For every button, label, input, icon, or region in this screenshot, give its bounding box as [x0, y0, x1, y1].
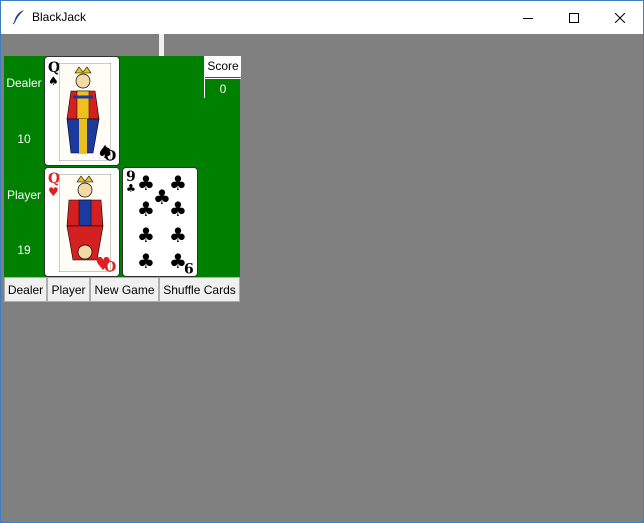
maximize-icon	[569, 12, 579, 23]
svg-text:♣: ♣	[137, 197, 155, 221]
new-game-button[interactable]: New Game	[90, 277, 159, 302]
svg-text:♣: ♣	[137, 223, 155, 247]
title-bar[interactable]: BlackJack	[1, 1, 643, 34]
score-panel: Score 0	[204, 56, 241, 98]
divider	[159, 34, 164, 56]
svg-text:♣: ♣	[169, 172, 187, 195]
client-area: Dealer 10 Player 19 Q ♠ ♠ Q	[2, 34, 642, 522]
score-value: 0	[205, 78, 241, 98]
player-card-1: Q ♥ ♥ Q	[44, 167, 120, 277]
player-card-2: 9 ♣ ♣ ♣ ♣ ♣ ♣ ♣ ♣ ♣ ♣ 9	[122, 167, 198, 277]
window-title: BlackJack	[32, 10, 87, 24]
card-table: Dealer 10 Player 19 Q ♠ ♠ Q	[4, 56, 241, 277]
dealer-label: Dealer	[6, 76, 42, 90]
score-label: Score	[205, 56, 241, 77]
maximize-button[interactable]	[551, 1, 597, 34]
card-rank-bottom: Q	[103, 257, 116, 273]
minimize-icon	[523, 17, 533, 19]
close-button[interactable]	[597, 1, 643, 34]
svg-text:♣: ♣	[137, 249, 155, 273]
card-suit: ♠	[48, 74, 59, 88]
close-icon	[615, 12, 625, 23]
svg-text:♣: ♣	[169, 197, 187, 221]
svg-text:♣: ♣	[169, 223, 187, 247]
card-rank-bottom: Q	[103, 146, 116, 162]
minimize-button[interactable]	[505, 1, 551, 34]
player-button[interactable]: Player	[47, 277, 90, 302]
feather-icon	[11, 9, 27, 25]
player-total: 19	[17, 243, 31, 257]
player-label: Player	[6, 188, 41, 202]
card-suit: ♥	[48, 185, 59, 199]
dealer-total: 10	[17, 132, 31, 146]
clubs-pips-icon: ♣ ♣ ♣ ♣ ♣ ♣ ♣ ♣ ♣	[137, 172, 187, 273]
dealer-button[interactable]: Dealer	[4, 277, 47, 302]
card-rank-bottom: 9	[184, 259, 194, 275]
blackjack-window: BlackJack Dealer 10 Player 19 Q ♠ Q Q ♥ …	[0, 0, 644, 523]
shuffle-cards-button[interactable]: Shuffle Cards	[159, 277, 240, 302]
dealer-card: Q ♠ ♠ Q	[44, 56, 120, 166]
control-buttons: Dealer Player New Game Shuffle Cards	[4, 277, 240, 302]
